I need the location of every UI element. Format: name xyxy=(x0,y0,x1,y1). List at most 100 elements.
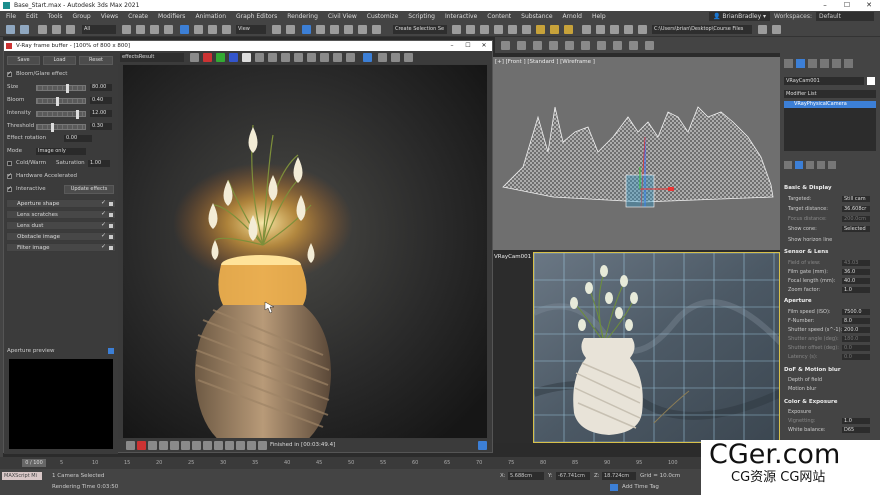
object-color-swatch[interactable] xyxy=(867,77,875,85)
menu-customize[interactable]: Customize xyxy=(367,13,399,20)
vfb-tool-icon[interactable] xyxy=(391,53,400,62)
close-icon[interactable]: ✕ xyxy=(476,41,492,51)
maximize-icon[interactable]: ☐ xyxy=(836,0,858,11)
x-coord-field[interactable]: 5.688cm xyxy=(508,472,544,480)
param-value[interactable]: 0.30 xyxy=(90,123,112,130)
vfb-status-icon[interactable] xyxy=(236,441,245,450)
unlink-icon[interactable] xyxy=(52,25,61,34)
white-balance-dropdown[interactable]: D65 xyxy=(842,427,870,433)
clear-image-icon[interactable] xyxy=(294,53,303,62)
pivot-icon[interactable] xyxy=(272,25,281,34)
vfb-tool-icon[interactable] xyxy=(378,53,387,62)
display-tab-icon[interactable] xyxy=(832,59,841,68)
show-cone-dropdown[interactable]: Selected xyxy=(842,226,870,232)
mono-icon[interactable] xyxy=(255,53,264,62)
param-field[interactable]: 43.03 xyxy=(842,260,870,266)
vfb-status-icon[interactable] xyxy=(214,441,223,450)
scale-icon[interactable] xyxy=(208,25,217,34)
viewport-tool-icon[interactable] xyxy=(613,41,622,50)
menu-modifiers[interactable]: Modifiers xyxy=(158,13,185,20)
param-slider[interactable] xyxy=(36,84,86,93)
modifier-list-dropdown[interactable]: Modifier List xyxy=(784,90,876,98)
pin-stack-icon[interactable] xyxy=(784,161,792,169)
show-end-result-icon[interactable] xyxy=(795,161,803,169)
vfb-tool-icon[interactable] xyxy=(404,53,413,62)
menu-content[interactable]: Content xyxy=(487,13,511,20)
configure-sets-icon[interactable] xyxy=(828,161,836,169)
select-by-name-icon[interactable] xyxy=(136,25,145,34)
minimize-icon[interactable]: – xyxy=(814,0,836,11)
align-icon[interactable] xyxy=(452,25,461,34)
time-tag-icon[interactable] xyxy=(610,484,618,491)
cold-warm-checkbox[interactable] xyxy=(7,161,12,166)
blue-channel-icon[interactable] xyxy=(229,53,238,62)
vfb-tool-icon[interactable] xyxy=(190,53,199,62)
bloom-glare-checkbox[interactable] xyxy=(7,70,12,77)
percent-snap-icon[interactable] xyxy=(330,25,339,34)
perspective-viewport[interactable]: VRayCam001 ] [Standard ] [Default Shadin… xyxy=(493,252,620,443)
menu-edit[interactable]: Edit xyxy=(26,13,38,20)
reset-button[interactable]: Reset xyxy=(79,56,113,65)
menu-graph-editors[interactable]: Graph Editors xyxy=(236,13,277,20)
update-effects-button[interactable]: Update effects xyxy=(64,185,114,194)
bind-spacewarp-icon[interactable] xyxy=(66,25,75,34)
project-folder-icon[interactable] xyxy=(638,25,647,34)
add-time-tag-button[interactable]: Add Time Tag xyxy=(622,484,659,490)
mirror-icon[interactable] xyxy=(372,25,381,34)
viewport-tool-icon[interactable] xyxy=(501,41,510,50)
param-slider[interactable] xyxy=(36,110,86,119)
red-channel-icon[interactable] xyxy=(203,53,212,62)
vfb-status-icon[interactable] xyxy=(159,441,168,450)
param-field[interactable]: 8.0 xyxy=(842,318,870,324)
viewport-tool-icon[interactable] xyxy=(645,41,654,50)
close-icon[interactable]: ✕ xyxy=(858,0,880,11)
vray-icon[interactable] xyxy=(610,25,619,34)
show-horizon-checkbox[interactable]: Show horizon line xyxy=(788,237,832,243)
mode-dropdown[interactable]: Image only xyxy=(36,148,86,155)
maxscript-listener[interactable]: MAXScript Mi xyxy=(2,472,42,480)
effect-rotation-field[interactable]: 0.00 xyxy=(64,135,92,142)
menu-help[interactable]: Help xyxy=(592,13,606,20)
front-viewport[interactable]: [+] [Front ] [Standard ] [Wireframe ] xyxy=(493,57,780,250)
asset-tracking-icon[interactable] xyxy=(758,25,767,34)
layer-visible-check-icon[interactable]: ✓ xyxy=(101,221,106,229)
load-button[interactable]: Load xyxy=(43,56,76,65)
param-field[interactable]: 200.0 xyxy=(842,327,870,333)
minimize-icon[interactable]: – xyxy=(444,41,460,51)
project-path-field[interactable]: C:\Users\brian\Desktop\Course Files xyxy=(652,25,752,34)
load-image-icon[interactable] xyxy=(281,53,290,62)
menu-civil-view[interactable]: Civil View xyxy=(328,13,357,20)
save-button[interactable]: Save xyxy=(7,56,40,65)
schematic-view-icon[interactable] xyxy=(508,25,517,34)
make-unique-icon[interactable] xyxy=(806,161,814,169)
menu-arnold[interactable]: Arnold xyxy=(563,13,582,20)
menu-create[interactable]: Create xyxy=(128,13,148,20)
camera-viewport[interactable] xyxy=(533,252,780,443)
render-image[interactable] xyxy=(123,65,487,438)
copy-to-max-vfb-icon[interactable] xyxy=(307,53,316,62)
motion-blur-checkbox[interactable]: Motion blur xyxy=(788,386,816,392)
render-in-cloud-icon[interactable] xyxy=(582,25,591,34)
param-field[interactable]: 36.0 xyxy=(842,269,870,275)
toggle-ribbon-icon[interactable] xyxy=(480,25,489,34)
layer-item[interactable]: Filter image ✓ xyxy=(6,243,116,252)
vfb-status-icon[interactable] xyxy=(258,441,267,450)
select-icon[interactable] xyxy=(122,25,131,34)
curve-editor-icon[interactable] xyxy=(494,25,503,34)
z-coord-field[interactable]: 18.724cm xyxy=(602,472,636,480)
slider-knob[interactable] xyxy=(75,110,79,119)
layer-visible-check-icon[interactable]: ✓ xyxy=(101,243,106,251)
layer-item[interactable]: Aperture shape ✓ xyxy=(6,199,116,208)
vignetting-field[interactable]: 1.0 xyxy=(842,418,870,424)
rect-select-icon[interactable] xyxy=(150,25,159,34)
viewport-tool-icon[interactable] xyxy=(581,41,590,50)
vfb-status-icon[interactable] xyxy=(148,441,157,450)
aperture-preview-toggle-icon[interactable] xyxy=(108,348,114,354)
create-tab-icon[interactable] xyxy=(784,59,793,68)
hierarchy-tab-icon[interactable] xyxy=(808,59,817,68)
viewport-tool-icon[interactable] xyxy=(517,41,526,50)
target-distance-field[interactable]: 36.608cr xyxy=(842,206,870,212)
y-coord-field[interactable]: -67.741cm xyxy=(556,472,590,480)
vfb-status-icon[interactable] xyxy=(181,441,190,450)
slider-knob[interactable] xyxy=(66,84,70,93)
